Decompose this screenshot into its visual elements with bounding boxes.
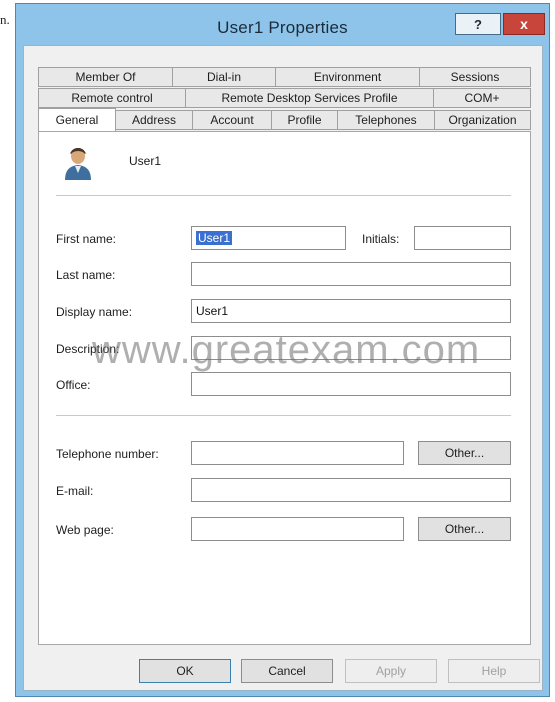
tab-organization[interactable]: Organization	[434, 110, 531, 130]
first-name-selected-text: User1	[196, 231, 233, 245]
edge-text-fragment: n.	[0, 12, 10, 27]
tab-com-plus[interactable]: COM+	[433, 88, 531, 108]
general-tab-panel: User1 First name: User1 Initials: Last n…	[38, 131, 531, 645]
tab-environment[interactable]: Environment	[275, 67, 420, 87]
separator	[56, 415, 511, 417]
tab-account[interactable]: Account	[192, 110, 272, 130]
properties-dialog: User1 Properties ? x Member Of Dial-in E…	[15, 3, 550, 697]
close-icon[interactable]: x	[503, 13, 545, 35]
first-name-label: First name:	[56, 232, 117, 246]
telephone-other-button[interactable]: Other...	[418, 441, 511, 465]
initials-label: Initials:	[362, 232, 400, 246]
tab-row-3: General Address Account Profile Telephon…	[38, 108, 531, 131]
separator	[56, 195, 511, 197]
tab-profile[interactable]: Profile	[271, 110, 338, 130]
user-icon	[65, 148, 91, 180]
title-bar[interactable]: User1 Properties ? x	[16, 4, 549, 46]
email-label: E-mail:	[56, 484, 94, 498]
tab-remote-desktop-services-profile[interactable]: Remote Desktop Services Profile	[185, 88, 434, 108]
description-label: Description:	[56, 342, 120, 356]
first-name-field[interactable]: User1	[191, 226, 346, 250]
web-page-other-button[interactable]: Other...	[418, 517, 511, 541]
dialog-body: Member Of Dial-in Environment Sessions R…	[23, 45, 543, 691]
tab-row-1: Member Of Dial-in Environment Sessions	[38, 67, 531, 87]
display-name-label: Display name:	[56, 305, 133, 319]
tab-row-2: Remote control Remote Desktop Services P…	[38, 88, 531, 108]
tab-telephones[interactable]: Telephones	[337, 110, 435, 130]
user-display-name: User1	[129, 154, 162, 168]
tab-remote-control[interactable]: Remote control	[38, 88, 186, 108]
cancel-button[interactable]: Cancel	[241, 659, 333, 683]
telephone-field[interactable]	[191, 441, 404, 465]
description-field[interactable]	[191, 336, 511, 360]
last-name-field[interactable]	[191, 262, 511, 286]
help-icon[interactable]: ?	[455, 13, 501, 35]
office-label: Office:	[56, 378, 91, 392]
tab-address[interactable]: Address	[115, 110, 193, 130]
tab-general[interactable]: General	[38, 108, 116, 131]
initials-field[interactable]	[414, 226, 511, 250]
display-name-field[interactable]	[191, 299, 511, 323]
web-page-label: Web page:	[56, 523, 114, 537]
tab-dial-in[interactable]: Dial-in	[172, 67, 276, 87]
telephone-label: Telephone number:	[56, 447, 159, 461]
help-button[interactable]: Help	[448, 659, 540, 683]
tab-member-of[interactable]: Member Of	[38, 67, 173, 87]
web-page-field[interactable]	[191, 517, 404, 541]
last-name-label: Last name:	[56, 268, 116, 282]
apply-button[interactable]: Apply	[345, 659, 437, 683]
office-field[interactable]	[191, 372, 511, 396]
ok-button[interactable]: OK	[139, 659, 231, 683]
email-field[interactable]	[191, 478, 511, 502]
tab-sessions[interactable]: Sessions	[419, 67, 531, 87]
